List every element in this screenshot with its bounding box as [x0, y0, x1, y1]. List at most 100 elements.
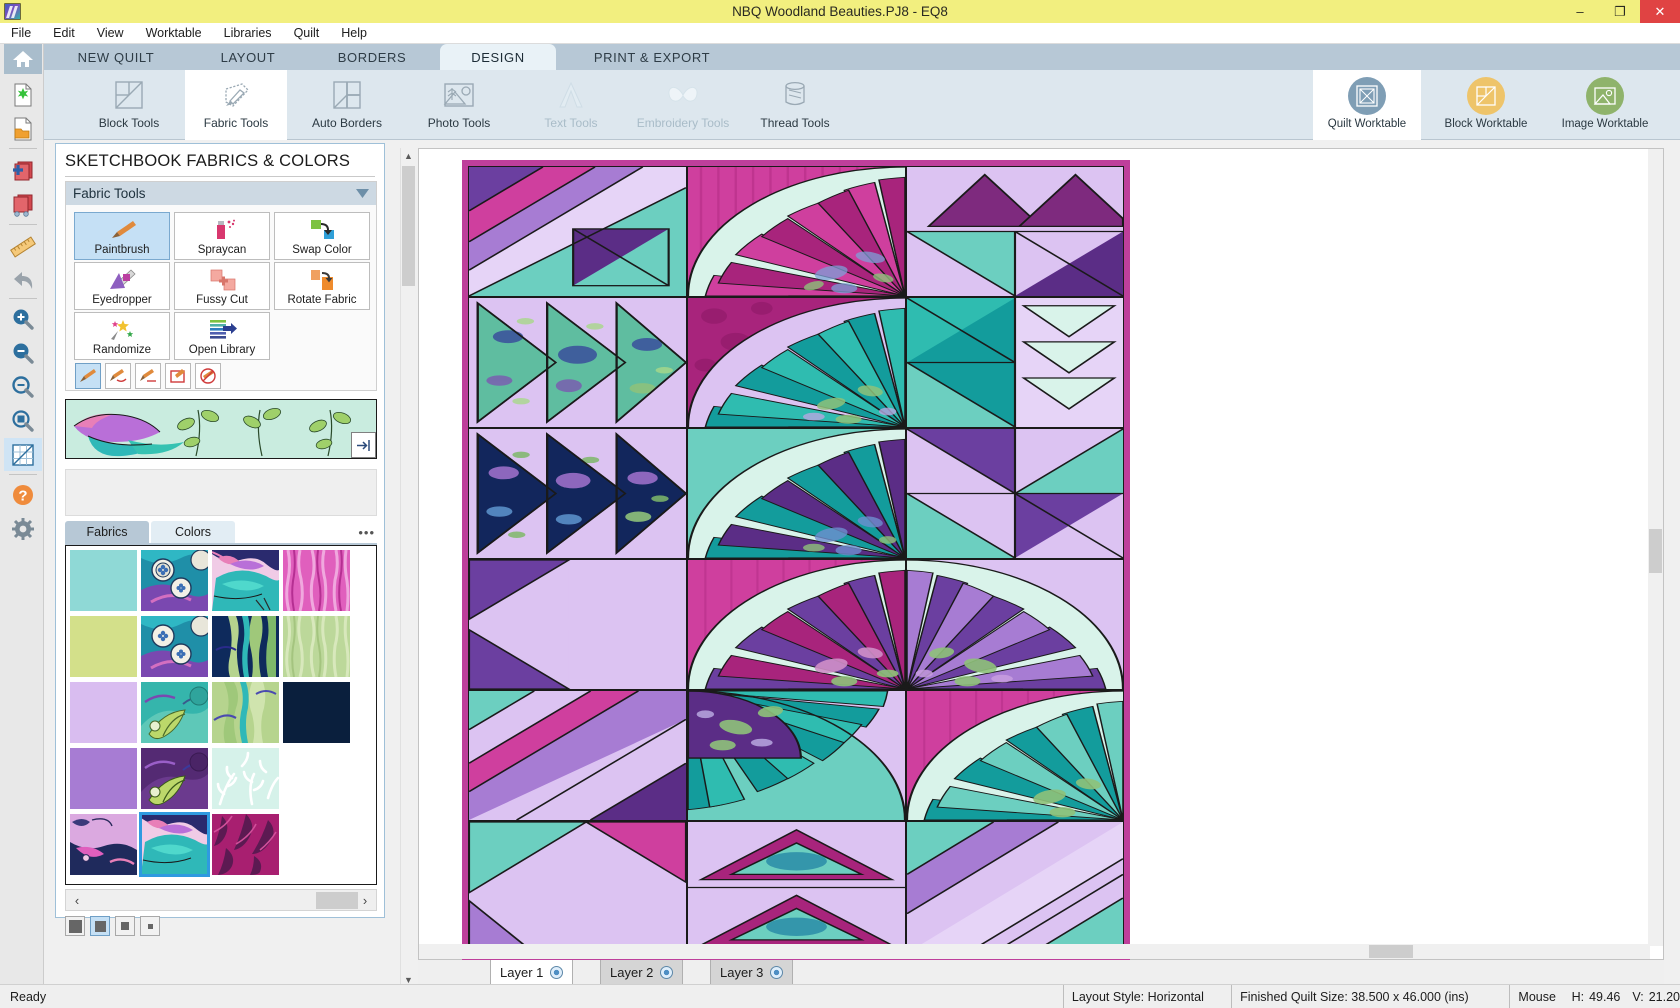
ribbon-button-block-tools[interactable]: Block Tools	[78, 70, 180, 140]
tab-new-quilt[interactable]: NEW QUILT	[46, 44, 186, 70]
layer-tab-1[interactable]: Layer 1	[490, 960, 573, 984]
fabric-swatch[interactable]	[283, 550, 350, 611]
worktable-button-image[interactable]: Image Worktable	[1551, 70, 1659, 140]
visibility-eye-icon[interactable]	[660, 966, 673, 979]
fabric-swatch[interactable]	[141, 616, 208, 677]
fabric-tool-fussy-cut[interactable]: Fussy Cut	[174, 262, 270, 310]
work-vertical-scrollbar[interactable]	[1648, 149, 1663, 946]
block-fan[interactable]	[687, 428, 906, 559]
fabric-tool-swap-color[interactable]: Swap Color	[274, 212, 370, 260]
fabric-swatch[interactable]	[283, 616, 350, 677]
ribbon-button-auto-borders[interactable]: Auto Borders	[296, 70, 398, 140]
fabric-swatch[interactable]	[70, 550, 137, 611]
fabric-swatch[interactable]	[70, 616, 137, 677]
fabric-swatch[interactable]	[141, 748, 208, 809]
fabric-swatch[interactable]	[141, 550, 208, 611]
tab-layout[interactable]: LAYOUT	[186, 44, 310, 70]
swatch-size-tiny[interactable]	[140, 916, 160, 936]
block-flying-geese[interactable]	[468, 297, 687, 428]
scroll-right-arrow[interactable]: ›	[354, 890, 376, 910]
menu-item-help[interactable]: Help	[330, 23, 378, 43]
fabric-swatch[interactable]	[70, 814, 137, 875]
block-half-square-triangles[interactable]	[468, 559, 687, 690]
fabric-swatch[interactable]	[212, 814, 279, 875]
rail-item-zoom-in[interactable]	[4, 302, 42, 335]
block-flying-geese[interactable]	[906, 297, 1124, 428]
quilt-design-canvas[interactable]	[462, 160, 1130, 960]
fabric-tool-eyedropper[interactable]: Eyedropper	[74, 262, 170, 310]
rail-item-zoom-out[interactable]	[4, 336, 42, 369]
worktable-button-block[interactable]: Block Worktable	[1432, 70, 1540, 140]
quilt-work-area[interactable]	[418, 148, 1664, 960]
current-fabric-preview[interactable]	[65, 399, 377, 459]
menu-item-libraries[interactable]: Libraries	[213, 23, 283, 43]
fabric-swatch[interactable]	[212, 616, 279, 677]
block-diagonal-stripes[interactable]	[468, 690, 687, 821]
brush-mode-none[interactable]	[195, 363, 221, 389]
fabric-swatch[interactable]	[212, 550, 279, 611]
visibility-eye-icon[interactable]	[550, 966, 563, 979]
block-flying-geese[interactable]	[906, 166, 1124, 297]
menu-item-file[interactable]: File	[0, 23, 42, 43]
menu-item-worktable[interactable]: Worktable	[135, 23, 213, 43]
rail-item-ruler[interactable]	[4, 230, 42, 263]
fabric-tool-spraycan[interactable]: Spraycan	[174, 212, 270, 260]
ribbon-button-thread-tools[interactable]: Thread Tools	[744, 70, 846, 140]
work-vscrollbar-thumb[interactable]	[1649, 529, 1662, 573]
panel-scroll-up[interactable]: ▲	[401, 148, 416, 164]
block-fan[interactable]	[906, 690, 1124, 821]
close-button[interactable]: ✕	[1640, 0, 1680, 23]
rail-item-zoom-select[interactable]	[4, 404, 42, 437]
ribbon-button-fabric-tools[interactable]: Fabric Tools	[185, 70, 287, 140]
scrollbar-thumb[interactable]	[316, 892, 358, 909]
swatch-horizontal-scrollbar[interactable]: ‹ ›	[65, 889, 377, 911]
menu-item-quilt[interactable]: Quilt	[283, 23, 331, 43]
rail-item-settings[interactable]	[4, 512, 42, 545]
maximize-button[interactable]: ❐	[1600, 0, 1640, 23]
swatch-size-medium[interactable]	[90, 916, 110, 936]
rail-item-home[interactable]	[4, 44, 42, 74]
block-flying-geese[interactable]	[468, 821, 687, 954]
block-diagonal-stripes[interactable]	[468, 166, 687, 297]
fabric-swatch[interactable]	[70, 682, 137, 743]
block-fan[interactable]	[906, 559, 1124, 690]
fabric-swatch[interactable]	[70, 748, 137, 809]
fabric-swatch[interactable]	[212, 682, 279, 743]
fabric-swatch[interactable]	[212, 748, 279, 809]
rail-item-view-sketchbook[interactable]	[4, 188, 42, 221]
scroll-left-arrow[interactable]: ‹	[66, 890, 88, 910]
rail-item-open[interactable]	[4, 112, 42, 145]
tab-colors[interactable]: Colors	[151, 521, 235, 543]
rail-item-undo[interactable]	[4, 264, 42, 297]
fabric-swatch[interactable]	[141, 682, 208, 743]
panel-scrollbar[interactable]: ▲ ▼	[400, 148, 415, 988]
worktable-button-quilt[interactable]: Quilt Worktable	[1313, 70, 1421, 140]
layer-tab-3[interactable]: Layer 3	[710, 960, 793, 984]
ribbon-button-photo-tools[interactable]: Photo Tools	[408, 70, 510, 140]
brush-mode-stroke[interactable]	[105, 363, 131, 389]
visibility-eye-icon[interactable]	[770, 966, 783, 979]
layer-tab-2[interactable]: Layer 2	[600, 960, 683, 984]
rail-item-grid[interactable]	[4, 438, 42, 471]
menu-item-view[interactable]: View	[86, 23, 135, 43]
tab-design[interactable]: DESIGN	[440, 44, 556, 70]
brush-mode-single[interactable]	[75, 363, 101, 389]
brush-mode-line[interactable]	[135, 363, 161, 389]
fabric-swatch-selected[interactable]	[141, 814, 208, 875]
panel-scrollbar-thumb[interactable]	[402, 166, 415, 286]
fabric-swatch[interactable]	[283, 682, 350, 743]
swatch-size-large[interactable]	[65, 916, 85, 936]
chevron-down-icon[interactable]	[356, 189, 369, 198]
block-fan[interactable]	[687, 690, 906, 821]
block-fan[interactable]	[687, 297, 906, 428]
tabs-overflow-button[interactable]: •••	[358, 525, 375, 540]
menu-item-edit[interactable]: Edit	[42, 23, 86, 43]
minimize-button[interactable]: –	[1560, 0, 1600, 23]
block-half-square-triangles[interactable]	[906, 428, 1124, 559]
block-diagonal-stripes[interactable]	[906, 821, 1124, 954]
block-flying-geese[interactable]	[468, 428, 687, 559]
ribbon-button-embroidery-tools[interactable]: Embroidery Tools	[632, 70, 734, 140]
fabric-tool-randomize[interactable]: Randomize	[74, 312, 170, 360]
fabric-tool-rotate-fabric[interactable]: Rotate Fabric	[274, 262, 370, 310]
rail-item-help[interactable]: ?	[4, 478, 42, 511]
